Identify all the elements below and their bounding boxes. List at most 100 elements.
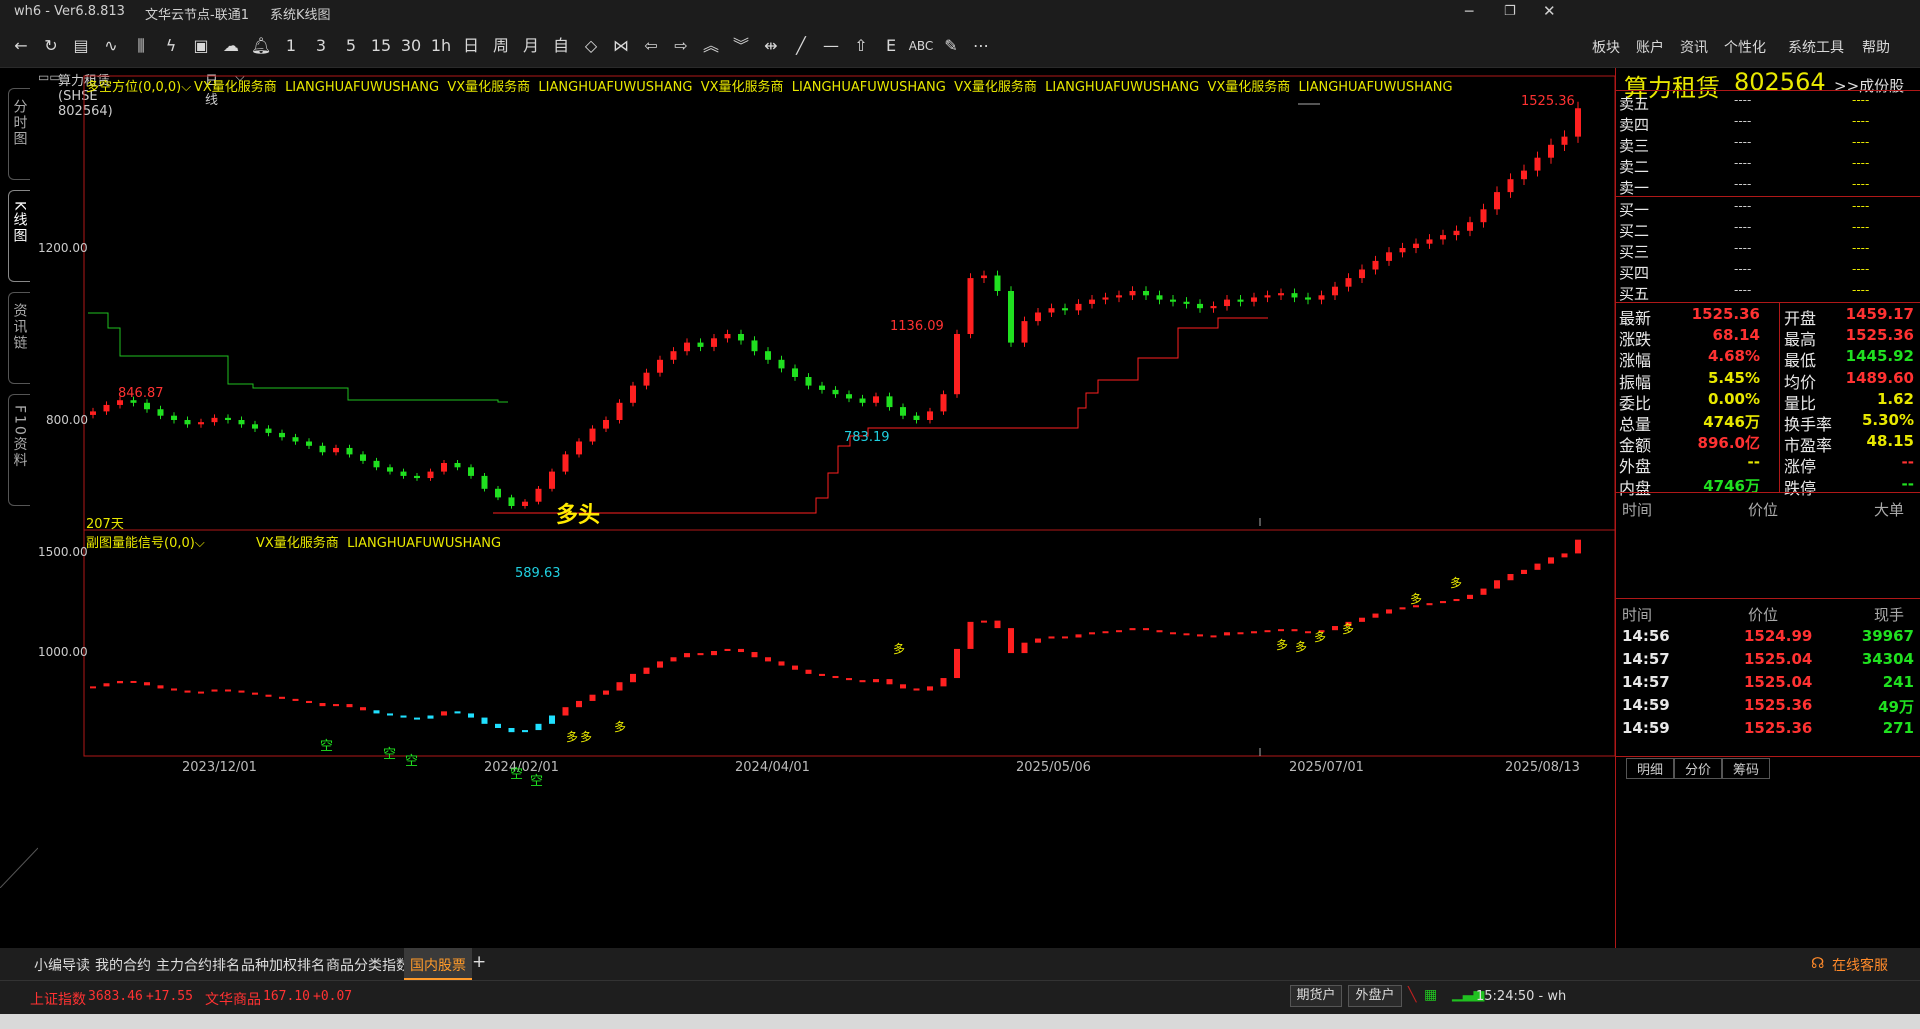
server-name[interactable]: 文华云节点-联通1: [145, 4, 249, 23]
menu-account[interactable]: 账户: [1636, 37, 1664, 57]
tab-timeshare[interactable]: 分时图: [8, 88, 30, 180]
arrow-left-icon[interactable]: ⇦: [636, 36, 666, 56]
tab-weighted-ranking[interactable]: 品种加权排名: [241, 955, 325, 975]
sub-signal-duo: 多: [1450, 576, 1463, 590]
stat-value: 1.62: [1876, 389, 1914, 408]
period-week[interactable]: 周: [486, 36, 516, 56]
chart-canvas[interactable]: [38, 68, 1615, 948]
tab-kline[interactable]: K线图: [8, 190, 30, 282]
refresh-icon[interactable]: ↻: [36, 36, 66, 56]
sub-candle: [1332, 626, 1338, 631]
text-tool[interactable]: ABC: [906, 36, 936, 56]
period-month[interactable]: 月: [516, 36, 546, 56]
clock: 15:24:50 - wh: [1476, 989, 1567, 1004]
sub-candle: [1089, 632, 1095, 635]
cloud-icon[interactable]: ☁: [216, 36, 246, 56]
sell-price: ----: [1734, 93, 1752, 107]
pen-icon[interactable]: ✎: [936, 36, 966, 56]
restore-icon[interactable]: ❐: [1504, 4, 1516, 19]
tab-detail[interactable]: 明细: [1626, 758, 1675, 779]
foreign-account-button[interactable]: 外盘户: [1348, 985, 1402, 1007]
horizontal-line-icon[interactable]: —: [816, 36, 846, 56]
tick-time: 14:59: [1622, 719, 1670, 737]
kline-chart[interactable]: ▭▭ 算力租赁(SHSE 802564) 日线 ⌵ 多空方位(0,0,0)⌵ V…: [38, 68, 1615, 948]
tab-category-index[interactable]: 商品分类指数: [326, 955, 410, 975]
futures-account-button[interactable]: 期货户: [1290, 985, 1342, 1007]
candle-body: [576, 441, 582, 455]
chevron-down-icon[interactable]: ︾: [726, 36, 756, 56]
main-ad-text: VX量化服务商 LIANGHUAFUWUSHANG VX量化服务商 LIANGH…: [194, 80, 1453, 95]
tab-chips[interactable]: 筹码: [1722, 758, 1771, 779]
period-3min[interactable]: 3: [306, 36, 336, 56]
tab-main-ranking[interactable]: 主力合约排名: [156, 955, 240, 975]
period-1min[interactable]: 1: [276, 36, 306, 56]
sub-candle: [1008, 628, 1014, 654]
candle-icon[interactable]: ⫼: [126, 36, 156, 56]
tab-f10[interactable]: F10资料: [8, 394, 30, 506]
tab-domestic-stocks[interactable]: 国内股票: [404, 948, 472, 980]
online-service[interactable]: 在线客服: [1832, 955, 1888, 975]
tab-editor-guide[interactable]: 小编导读: [34, 955, 90, 975]
sub-indicator-label[interactable]: 副图量能信号(0,0)⌵: [86, 532, 205, 551]
sub-candle: [1548, 557, 1554, 564]
tab-newschain[interactable]: 资讯链: [8, 292, 30, 384]
draw-line-icon[interactable]: ╱: [786, 36, 816, 56]
candle-body: [427, 471, 434, 479]
divider: [1779, 302, 1780, 492]
tab-price-dist[interactable]: 分价: [1674, 758, 1723, 779]
menu-help[interactable]: 帮助: [1862, 37, 1890, 57]
sub-candle: [778, 661, 785, 666]
index2-name[interactable]: 文华商品: [205, 989, 261, 1009]
menu-personalize[interactable]: 个性化: [1724, 37, 1766, 57]
candle-body: [319, 445, 326, 453]
index1-name[interactable]: 上证指数: [30, 989, 86, 1009]
sub-candle: [792, 665, 798, 670]
sell-level-label: 卖一: [1619, 179, 1650, 197]
menu-news[interactable]: 资讯: [1680, 37, 1708, 57]
crosshair-icon[interactable]: ⇹: [756, 36, 786, 56]
keyboard-icon[interactable]: ▦: [1424, 987, 1437, 1003]
period-day[interactable]: 日: [456, 36, 486, 56]
sub-candle: [130, 680, 137, 683]
support-icon[interactable]: ☊: [1811, 954, 1824, 972]
main-indicator-label[interactable]: 多空方位(0,0,0)⌵: [86, 76, 191, 95]
table-icon[interactable]: ▤: [66, 36, 96, 56]
close-icon[interactable]: ✕: [1543, 2, 1556, 20]
add-tab-button[interactable]: +: [472, 952, 486, 972]
fib-icon[interactable]: E: [876, 36, 906, 56]
candle-body: [265, 428, 272, 433]
menu-sector[interactable]: 板块: [1592, 37, 1620, 57]
chevron-up-icon[interactable]: ︽: [696, 36, 726, 56]
candle-body: [1305, 297, 1311, 300]
tick-time: 14:56: [1622, 627, 1670, 645]
zoom-fit-icon[interactable]: ◇: [576, 36, 606, 56]
sub-candle: [765, 657, 771, 662]
candle-body: [832, 389, 839, 395]
candle-body: [562, 454, 569, 472]
line-chart-icon[interactable]: ∿: [96, 36, 126, 56]
tab-my-contracts[interactable]: 我的合约: [95, 955, 151, 975]
period-1h[interactable]: 1h: [426, 36, 456, 56]
app-version: wh6 - Ver6.8.813: [14, 4, 125, 19]
period-custom[interactable]: 自: [546, 36, 576, 56]
sub-signal-duo: 多: [893, 642, 906, 656]
sub-candle: [1183, 633, 1190, 636]
period-30min[interactable]: 30: [396, 36, 426, 56]
sub-candle: [967, 621, 974, 649]
minimize-icon[interactable]: ─: [1465, 4, 1473, 20]
zoom-icon[interactable]: ⋈: [606, 36, 636, 56]
menu-systools[interactable]: 系统工具: [1788, 37, 1844, 57]
more-icon[interactable]: ⋯: [966, 36, 996, 56]
sub-candle: [117, 680, 123, 684]
tick-time: 14:59: [1622, 696, 1670, 714]
sub-signal-duo: 多: [614, 720, 627, 734]
bell-icon[interactable]: 🔔︎: [246, 36, 276, 56]
period-15min[interactable]: 15: [366, 36, 396, 56]
quote-icon[interactable]: ▣: [186, 36, 216, 56]
arrow-right-icon[interactable]: ⇨: [666, 36, 696, 56]
candle-body: [333, 447, 339, 453]
up-arrow-icon[interactable]: ⇧: [846, 36, 876, 56]
indicator-icon[interactable]: ϟ: [156, 36, 186, 56]
period-5min[interactable]: 5: [336, 36, 366, 56]
back-icon[interactable]: ←: [6, 36, 36, 56]
